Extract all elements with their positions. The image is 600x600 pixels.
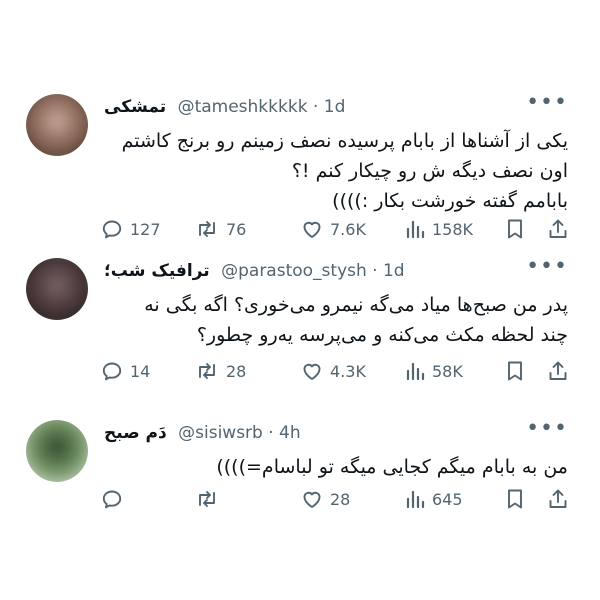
retweet-button[interactable]: 76 — [194, 214, 246, 244]
retweet-count: 76 — [226, 219, 247, 239]
reply-button[interactable] — [100, 484, 130, 514]
reply-count: 14 — [130, 361, 151, 381]
bookmark-icon — [508, 219, 522, 239]
like-icon — [303, 363, 321, 380]
like-button[interactable]: 28 — [300, 484, 350, 514]
views-icon — [406, 490, 425, 509]
reply-button[interactable]: 127 — [100, 214, 161, 244]
bookmark-icon — [508, 489, 522, 509]
tweet-header: تمشکی @tameshkkkkk · 1d — [104, 94, 345, 120]
action-bar: 127 76 7.6K 158K — [100, 214, 570, 244]
avatar[interactable] — [26, 94, 88, 156]
like-count: 7.6K — [330, 219, 366, 239]
views-count: 158K — [432, 219, 474, 239]
more-icon[interactable]: ••• — [526, 254, 568, 279]
author-name[interactable]: دَم صبح — [104, 423, 167, 443]
retweet-icon — [199, 363, 215, 379]
reply-count: 127 — [130, 219, 161, 239]
views-button[interactable]: 645 — [404, 484, 463, 514]
retweet-button[interactable] — [194, 484, 226, 514]
bookmark-button[interactable] — [504, 484, 526, 514]
author-handle[interactable]: @sisiwsrb · 4h — [178, 423, 301, 443]
retweet-count: 28 — [226, 361, 247, 381]
bookmark-button[interactable] — [504, 214, 526, 244]
reply-icon — [102, 220, 122, 239]
bookmark-icon — [508, 361, 522, 381]
views-count: 645 — [432, 489, 463, 509]
views-count: 58K — [432, 361, 463, 381]
like-icon — [303, 491, 321, 508]
author-name[interactable]: تمشکی — [104, 97, 166, 117]
share-button[interactable] — [546, 214, 570, 244]
tweet-line: اون نصف دیگه ش رو چیکار کنم !؟ — [291, 160, 568, 182]
share-icon — [549, 219, 567, 238]
views-icon — [406, 362, 425, 381]
author-handle[interactable]: @parastoo_stysh · 1d — [221, 261, 404, 281]
tweet-text: یکی از آشناها از بابام پرسیده نصف زمینم … — [122, 126, 568, 216]
more-icon[interactable]: ••• — [526, 416, 568, 441]
tweet-text: پدر من صبح‌ها میاد می‌گه نیمرو می‌خوری؟ … — [144, 290, 568, 350]
share-icon — [549, 361, 567, 380]
avatar[interactable] — [26, 258, 88, 320]
tweet-line: بابامم گفته خورشت بکار :)))) — [332, 190, 568, 212]
reply-icon — [102, 490, 122, 509]
tweet-line: یکی از آشناها از بابام پرسیده نصف زمینم … — [121, 130, 568, 152]
views-button[interactable]: 58K — [404, 356, 463, 386]
tweet-line: پدر من صبح‌ها میاد می‌گه نیمرو می‌خوری؟ … — [144, 294, 568, 316]
action-bar: 28 645 — [100, 484, 570, 514]
like-count: 28 — [330, 489, 351, 509]
like-button[interactable]: 7.6K — [300, 214, 366, 244]
share-button[interactable] — [546, 356, 570, 386]
retweet-icon — [199, 221, 215, 237]
author-name[interactable]: ترافیک شب؛ — [104, 261, 210, 281]
share-icon — [549, 489, 567, 508]
more-icon[interactable]: ••• — [526, 90, 568, 115]
reply-icon — [102, 362, 122, 381]
tweet-line: من به بابام میگم کجایی میگه تو لباسام=))… — [216, 456, 568, 478]
like-count: 4.3K — [330, 361, 366, 381]
tweet-line: چند لحظه مکث می‌کنه و می‌پرسه یه‌رو چطور… — [196, 324, 568, 346]
tweet-text: من به بابام میگم کجایی میگه تو لباسام=))… — [216, 452, 568, 482]
views-button[interactable]: 158K — [404, 214, 473, 244]
bookmark-button[interactable] — [504, 356, 526, 386]
retweet-button[interactable]: 28 — [194, 356, 246, 386]
like-icon — [303, 221, 321, 238]
retweet-icon — [199, 491, 215, 507]
tweet-header: دَم صبح @sisiwsrb · 4h — [104, 420, 301, 446]
author-handle[interactable]: @tameshkkkkk · 1d — [178, 97, 346, 117]
reply-button[interactable]: 14 — [100, 356, 150, 386]
like-button[interactable]: 4.3K — [300, 356, 366, 386]
views-icon — [406, 220, 425, 239]
tweet-header: ترافیک شب؛ @parastoo_stysh · 1d — [104, 258, 405, 284]
share-button[interactable] — [546, 484, 570, 514]
avatar[interactable] — [26, 420, 88, 482]
action-bar: 14 28 4.3K 58K — [100, 356, 570, 386]
